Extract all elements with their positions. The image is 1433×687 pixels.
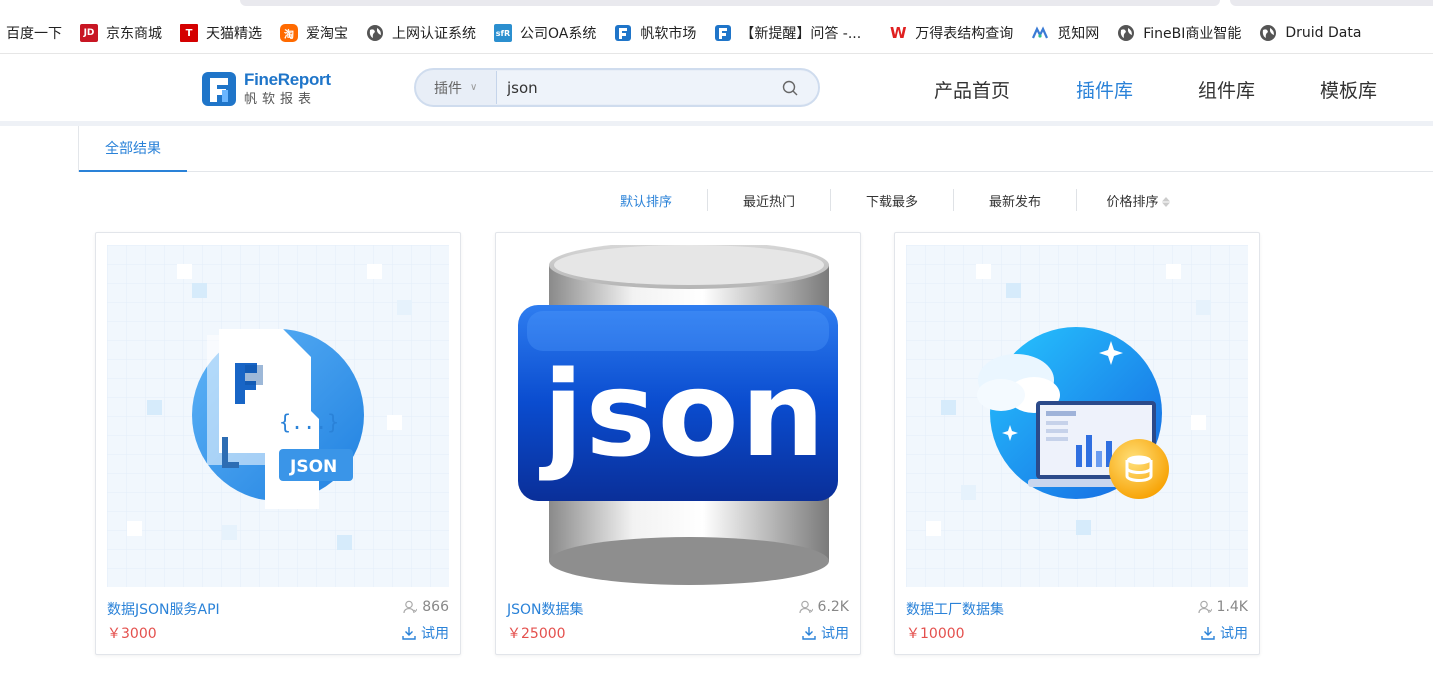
bookmark-finebi[interactable]: FineBI商业智能 xyxy=(1117,23,1241,43)
plugin-price: ￥10000 xyxy=(906,626,965,642)
address-bar-edge xyxy=(240,0,1220,6)
sort-latest[interactable]: 最新发布 xyxy=(954,191,1076,210)
wind-icon: W xyxy=(889,24,907,42)
plugin-card[interactable]: 数据工厂数据集 ￥10000 1.4K 试用 xyxy=(894,232,1260,655)
logo-text-cn: 帆软报表 xyxy=(244,92,317,107)
plugin-thumbnail: json xyxy=(507,245,849,587)
bookmark-label: Druid Data xyxy=(1285,25,1362,41)
globe-icon xyxy=(1118,25,1135,41)
trial-label: 试用 xyxy=(1220,626,1248,642)
sort-toggle-icon xyxy=(1161,197,1170,207)
bookmark-wind[interactable]: W 万得表结构查询 xyxy=(889,23,1013,43)
trial-label: 试用 xyxy=(821,626,849,642)
download-count-value: 866 xyxy=(422,599,449,615)
bookmark-mizhi[interactable]: 觅知网 xyxy=(1031,23,1099,43)
search-category-select[interactable]: 插件 ∨ xyxy=(416,70,496,105)
bookmark-list: 百度一下 JD 京东商城 T 天猫精选 淘 爱淘宝 上网认证系统 sfR 公司O… xyxy=(0,20,1379,46)
user-icon xyxy=(1197,600,1212,614)
user-icon xyxy=(798,600,813,614)
download-icon xyxy=(802,627,816,640)
data-factory-illustration xyxy=(906,245,1248,587)
bookmark-taobao[interactable]: 淘 爱淘宝 xyxy=(280,23,348,43)
plugin-title[interactable]: 数据工厂数据集 xyxy=(906,599,1004,619)
plugin-title[interactable]: JSON数据集 xyxy=(507,599,584,619)
bookmark-label: FineBI商业智能 xyxy=(1143,26,1242,42)
globe-icon xyxy=(367,25,383,41)
bookmark-label: 京东商城 xyxy=(106,26,162,42)
sort-bar: 默认排序 最近热门 下载最多 最新发布 价格排序 xyxy=(585,188,1199,212)
jd-icon: JD xyxy=(80,24,98,42)
download-count-value: 6.2K xyxy=(817,599,849,615)
sort-price[interactable]: 价格排序 xyxy=(1077,191,1199,210)
search-category-label: 插件 xyxy=(434,80,462,97)
plugin-title[interactable]: 数据JSON服务API xyxy=(107,599,220,619)
plugin-card[interactable]: json JSON数据集 ￥25000 6.2K 试用 xyxy=(495,232,861,655)
bookmark-label: 公司OA系统 xyxy=(520,26,597,42)
mizhi-icon xyxy=(1032,26,1049,39)
search-icon[interactable] xyxy=(782,80,798,96)
search-box: 插件 ∨ xyxy=(414,68,820,107)
sort-price-label: 价格排序 xyxy=(1106,194,1159,210)
nav-component-library[interactable]: 组件库 xyxy=(1198,76,1255,103)
nav-plugin-library[interactable]: 插件库 xyxy=(1076,76,1133,103)
trial-button[interactable]: 试用 xyxy=(802,623,849,643)
finereport-logo-icon xyxy=(202,72,236,106)
nav-template-library[interactable]: 模板库 xyxy=(1320,76,1377,103)
results-tabs: 全部结果 xyxy=(78,126,1433,172)
svg-text:{...}: {...} xyxy=(279,410,339,434)
bookmark-tmall[interactable]: T 天猫精选 xyxy=(180,23,262,43)
search-input[interactable] xyxy=(496,71,818,104)
plugin-thumbnail xyxy=(906,245,1248,587)
json-database-illustration: json xyxy=(518,245,838,585)
sort-default[interactable]: 默认排序 xyxy=(585,191,707,210)
bookmark-auth[interactable]: 上网认证系统 xyxy=(366,23,476,43)
address-bar-edge xyxy=(1230,0,1433,6)
globe-icon xyxy=(1260,25,1277,41)
bookmark-druid[interactable]: Druid Data xyxy=(1259,24,1361,42)
oa-icon: sfR xyxy=(494,24,512,42)
taobao-icon: 淘 xyxy=(280,24,298,42)
bookmark-label: 帆软市场 xyxy=(640,26,697,42)
download-icon xyxy=(1201,627,1215,640)
download-count: 6.2K xyxy=(798,599,849,615)
bookmark-jd[interactable]: JD 京东商城 xyxy=(80,23,162,43)
download-count-value: 1.4K xyxy=(1216,599,1248,615)
chevron-down-icon: ∨ xyxy=(470,82,478,93)
bookmark-label: 天猫精选 xyxy=(206,26,262,42)
fanruan-icon xyxy=(715,25,732,41)
svg-text:json: json xyxy=(539,345,827,483)
nav-product-home[interactable]: 产品首页 xyxy=(934,76,1010,103)
bookmark-label: 觅知网 xyxy=(1057,26,1100,42)
finereport-logo[interactable]: FineReport 帆软报表 xyxy=(202,70,342,108)
trial-button[interactable]: 试用 xyxy=(402,623,449,643)
download-count: 866 xyxy=(403,599,449,615)
sort-most-downloads[interactable]: 下载最多 xyxy=(831,191,953,210)
bookmark-qa[interactable]: 【新提醒】问答 -... xyxy=(714,23,861,43)
bookmark-baidu[interactable]: 百度一下 xyxy=(6,23,62,43)
plugin-thumbnail: {...} JSON xyxy=(107,245,449,587)
tab-all-results[interactable]: 全部结果 xyxy=(79,126,187,172)
trial-label: 试用 xyxy=(421,626,449,642)
tmall-icon: T xyxy=(180,24,198,42)
bookmark-label: 【新提醒】问答 -... xyxy=(740,26,862,42)
bookmark-fanruan-market[interactable]: 帆软市场 xyxy=(614,23,696,43)
fanruan-icon xyxy=(615,25,632,41)
user-icon xyxy=(403,600,418,614)
plugin-price: ￥3000 xyxy=(107,626,157,642)
trial-button[interactable]: 试用 xyxy=(1201,623,1248,643)
plugin-card[interactable]: {...} JSON 数据JSON服务API ￥3000 866 试用 xyxy=(95,232,461,655)
logo-text-en: FineReport xyxy=(244,70,331,89)
svg-text:JSON: JSON xyxy=(289,457,337,477)
sort-recent-hot[interactable]: 最近热门 xyxy=(708,191,830,210)
bookmark-label: 万得表结构查询 xyxy=(915,26,1014,42)
json-api-illustration: {...} JSON xyxy=(107,245,449,587)
bookmark-label: 百度一下 xyxy=(6,26,62,42)
bookmarks-bar: 百度一下 JD 京东商城 T 天猫精选 淘 爱淘宝 上网认证系统 sfR 公司O… xyxy=(0,0,1433,54)
download-icon xyxy=(402,627,416,640)
download-count: 1.4K xyxy=(1197,599,1248,615)
bookmark-oa[interactable]: sfR 公司OA系统 xyxy=(494,23,596,43)
plugin-price: ￥25000 xyxy=(507,626,566,642)
bookmark-label: 爱淘宝 xyxy=(306,26,348,42)
bookmark-label: 上网认证系统 xyxy=(392,26,476,42)
